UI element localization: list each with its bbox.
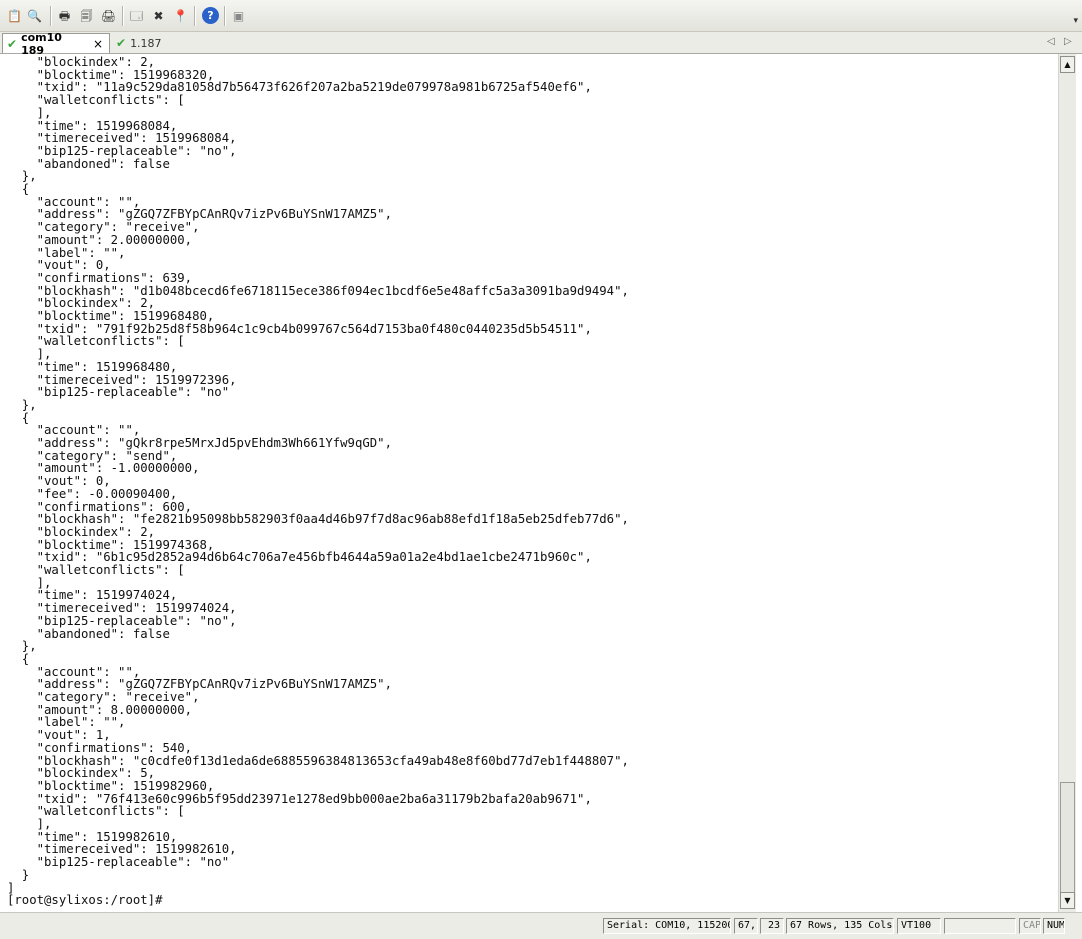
tab-scroll-right-icon[interactable]: ▷: [1064, 36, 1072, 47]
about-icon[interactable]: ▣: [230, 7, 247, 24]
terminal-line: "timereceived": 1519968084,: [7, 131, 237, 146]
terminal-line: "timereceived": 1519974024,: [7, 601, 237, 616]
tab-1-187[interactable]: ✔ 1.187: [112, 33, 172, 53]
toolbar: 📋 🔍 🖶 🗐 🖨 🗔 ✖ 📍 ? ▣ ▾: [0, 0, 1082, 32]
toolbar-separator: [224, 6, 226, 26]
terminal-line: "amount": 2.00000000,: [7, 232, 193, 247]
terminal-line: "category": "receive",: [7, 220, 200, 235]
status-blank: [944, 918, 1016, 934]
paste-icon[interactable]: 📋: [6, 7, 23, 24]
terminal-line: "bip125-replaceable": "no": [7, 385, 230, 400]
terminal-line: "blockhash": "fe2821b95098bb582903f0aa4d…: [7, 512, 629, 527]
tab-com10-189[interactable]: ✔ com10 189 ×: [2, 31, 110, 57]
terminal-line: "blocktime": 1519982960,: [7, 778, 215, 793]
terminal-line: "walletconflicts": [: [7, 93, 185, 108]
terminal-line: ],: [7, 105, 52, 120]
terminal-output[interactable]: "blockindex": 2, "blocktime": 1519968320…: [0, 54, 1058, 912]
terminal-line: "confirmations": 639,: [7, 270, 193, 285]
connected-check-icon: ✔: [7, 36, 18, 51]
terminal-line: {: [7, 651, 30, 666]
num-lock-indicator: NUM: [1043, 918, 1065, 934]
scroll-down-arrow-icon[interactable]: ▼: [1060, 892, 1075, 909]
help-icon[interactable]: ?: [202, 7, 219, 24]
terminal-size: 67 Rows, 135 Cols: [786, 918, 894, 934]
tab-scroll-left-icon[interactable]: ◁: [1047, 36, 1055, 47]
cursor-row: 67,: [734, 918, 758, 934]
toolbar-overflow-icon[interactable]: ▾: [1073, 16, 1078, 26]
properties-icon[interactable]: 🗔: [128, 7, 145, 24]
terminal-line: "bip125-replaceable": "no": [7, 855, 230, 870]
print-setup-icon[interactable]: 🖨: [100, 7, 117, 24]
terminal-line: ],: [7, 347, 52, 362]
tab-label: 1.187: [130, 36, 162, 50]
toolbar-separator: [122, 6, 124, 26]
toolbar-separator: [194, 6, 196, 26]
terminal-line: "blocktime": 1519968480,: [7, 309, 215, 323]
connected-check-icon: ✔: [116, 36, 127, 50]
terminal-line: "vout": 0,: [7, 474, 111, 489]
terminal-line: "confirmations": 540,: [7, 740, 193, 755]
terminal-line: "category": "receive",: [7, 690, 200, 704]
scrollbar-thumb[interactable]: [1060, 782, 1075, 894]
terminal-line: "address": "gQkr8rpe5MrxJd5pvEhdm3Wh661Y…: [7, 436, 392, 450]
terminal-line: "walletconflicts": [: [7, 563, 185, 577]
terminal-line: "bip125-replaceable": "no",: [7, 143, 237, 158]
terminal-line: },: [7, 639, 37, 654]
print-preview-icon[interactable]: 🗐: [78, 7, 95, 24]
terminal-line: "fee": -0.00090400,: [7, 486, 178, 501]
terminal-line: "blockindex": 2,: [7, 55, 156, 69]
terminal-type: VT100: [897, 918, 941, 934]
cursor-col: 23: [760, 918, 784, 934]
terminal-line: "bip125-replaceable": "no",: [7, 613, 237, 628]
terminal-line: "blockindex": 2,: [7, 524, 156, 539]
close-tab-icon[interactable]: ×: [93, 37, 103, 51]
toolbar-separator: [50, 6, 52, 26]
caps-lock-indicator: CAP: [1019, 918, 1041, 934]
session-tabs: ✔ com10 189 × ✔ 1.187: [0, 31, 1082, 57]
terminal-line: }: [7, 867, 30, 882]
find-icon[interactable]: 🔍: [26, 7, 43, 24]
status-bar: Serial: COM10, 115200 67, 23 67 Rows, 13…: [0, 912, 1082, 939]
tab-label: com10 189: [21, 30, 62, 57]
serial-status: Serial: COM10, 115200: [603, 918, 731, 934]
terminal-line: [root@sylixos:/root]#: [7, 893, 163, 908]
pin-icon[interactable]: 📍: [172, 7, 189, 24]
terminal-line: {: [7, 182, 30, 196]
terminal-line: ],: [7, 817, 52, 831]
terminal-line: "time": 1519968480,: [7, 359, 178, 374]
terminal-line: "blockindex": 5,: [7, 766, 156, 781]
tools-icon[interactable]: ✖: [150, 7, 167, 24]
print-icon[interactable]: 🖶: [56, 7, 73, 24]
vertical-scrollbar[interactable]: ▲ ▼: [1058, 54, 1076, 912]
terminal-line: "vout": 1,: [7, 728, 111, 743]
terminal-line: },: [7, 397, 37, 412]
scroll-up-arrow-icon[interactable]: ▲: [1060, 56, 1075, 73]
terminal-line: "vout": 0,: [7, 258, 111, 273]
